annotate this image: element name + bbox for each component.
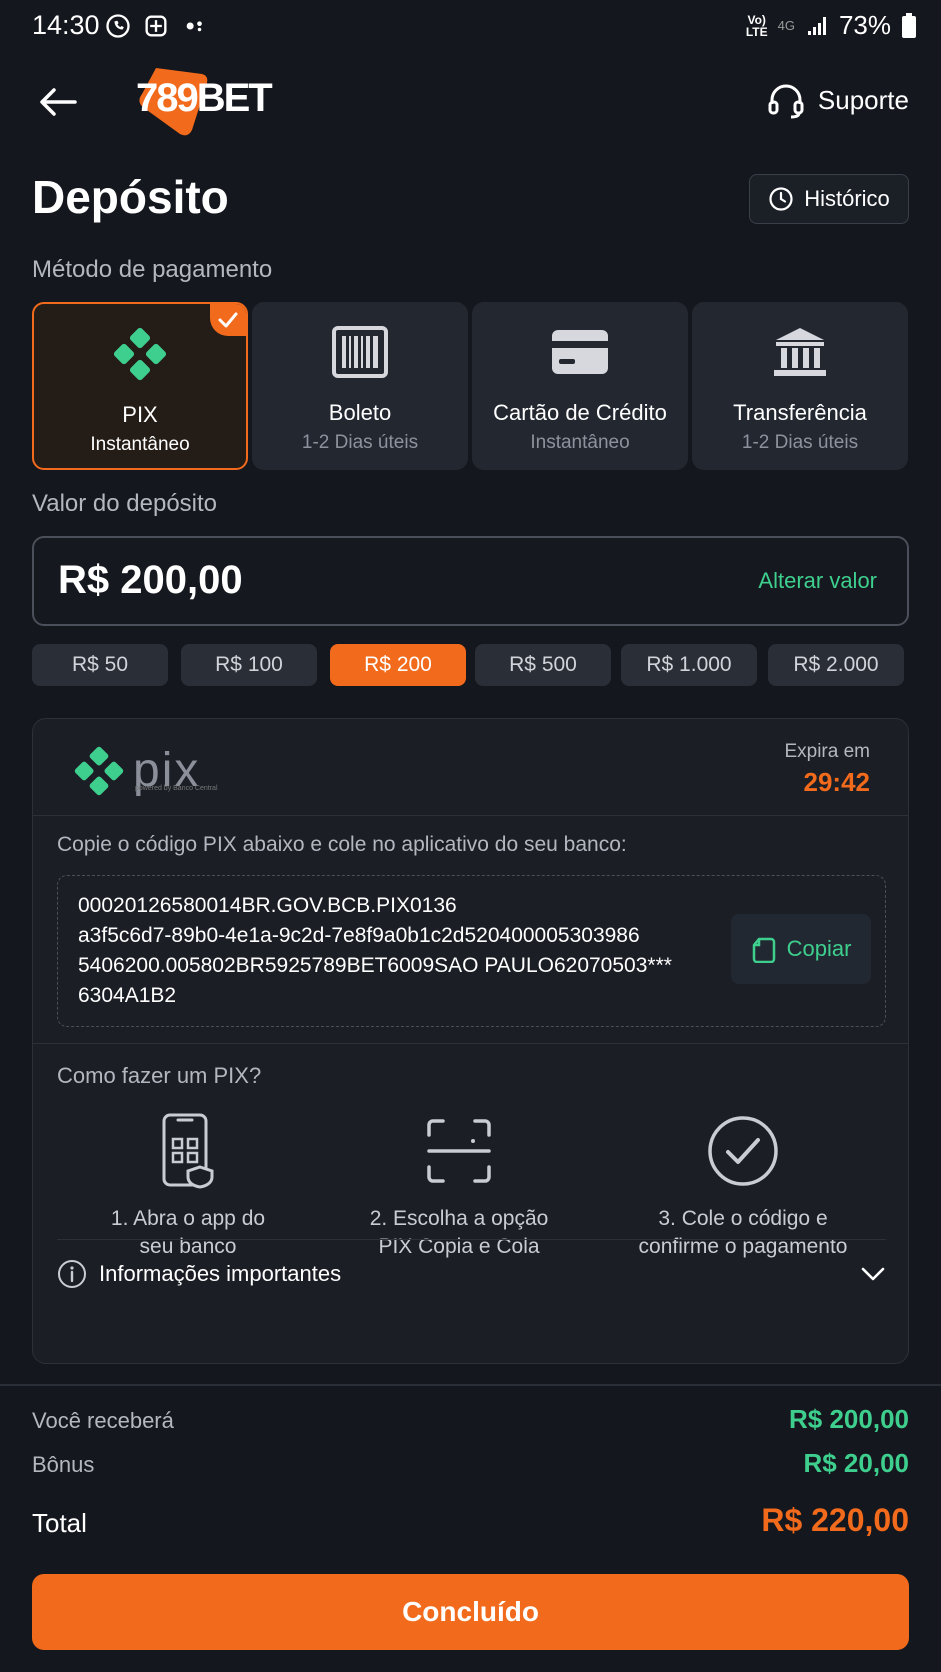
bonus-value: R$ 20,00 <box>803 1448 909 1478</box>
amount-chip[interactable]: R$ 50 <box>32 644 168 686</box>
amount-chip[interactable]: R$ 1.000 <box>621 644 757 686</box>
step-text-line: 1. Abra o app do <box>110 1207 266 1230</box>
divider <box>57 1239 886 1240</box>
step-text-line: 2. Escolha a opção <box>369 1207 549 1230</box>
page-title: Depósito <box>32 171 229 223</box>
barcode-icon <box>330 324 390 380</box>
total-value: R$ 220,00 <box>761 1502 909 1538</box>
step-text: 1. Abra o app do seu banco <box>111 1205 265 1261</box>
pix-powered-by: powered by Banco Central <box>135 785 218 792</box>
amount-input[interactable]: R$ 200,00 Alterar valor <box>32 536 909 626</box>
done-button[interactable]: Concluído <box>32 1574 909 1650</box>
pix-icon <box>110 326 170 382</box>
important-info-toggle[interactable]: Informações importantes <box>57 1259 886 1289</box>
summary-divider <box>0 1384 941 1386</box>
pix-code-line: 00020126580014BR.GOV.BCB.PIX0136 <box>78 894 457 917</box>
payment-method-name: PIX <box>122 402 158 427</box>
headset-icon <box>768 84 804 119</box>
back-button[interactable] <box>34 78 82 126</box>
battery-percent: 73% <box>838 10 891 40</box>
pix-logo-icon <box>74 746 124 796</box>
step-text: 3. Cole o código e confirme o pagamento <box>639 1205 848 1261</box>
step-text-line: 3. Cole o código e <box>658 1207 828 1230</box>
payment-method-sub: 1-2 Dias úteis <box>301 432 419 453</box>
step-text: 2. Escolha a opção PIX Copia e Cola <box>370 1205 549 1261</box>
chevron-down-icon <box>861 1267 885 1281</box>
amount-chip[interactable]: R$ 2.000 <box>768 644 904 686</box>
receive-value: R$ 200,00 <box>789 1404 909 1434</box>
battery-icon <box>902 12 916 38</box>
history-button[interactable]: Histórico <box>749 174 909 224</box>
payment-method-pix[interactable]: PIX Instantâneo <box>32 302 248 470</box>
dots-icon <box>186 21 202 32</box>
amount-chip[interactable]: R$ 100 <box>181 644 317 686</box>
clock-icon <box>769 187 793 211</box>
deposit-value-label: Valor do depósito <box>32 490 218 517</box>
pix-code-box[interactable]: 00020126580014BR.GOV.BCB.PIX0136 a3f5c6d… <box>57 875 886 1027</box>
bank-icon <box>770 324 830 380</box>
copy-icon <box>752 937 775 963</box>
total-label: Total <box>32 1508 87 1538</box>
payment-method-label: Método de pagamento <box>32 256 273 283</box>
amount-chip-selected[interactable]: R$ 200 <box>330 644 466 686</box>
pix-code-line: 6304A1B2 <box>78 984 177 1007</box>
important-info-label: Informações importantes <box>99 1261 342 1286</box>
payment-method-name: Boleto <box>328 400 392 425</box>
pix-panel: pix powered by Banco Central Expira em 2… <box>32 718 909 1364</box>
credit-card-icon <box>550 324 610 380</box>
status-right: Vo) LTE 4G 73% <box>746 10 917 41</box>
copy-label: Copiar <box>786 936 852 961</box>
network-label: 4G <box>777 18 795 33</box>
payment-method-sub: Instantâneo <box>90 434 190 455</box>
phone-app-icon <box>148 1111 228 1191</box>
amount-value: R$ 200,00 <box>58 558 243 602</box>
logo-text: 789BET <box>136 76 273 120</box>
whatsapp-icon <box>106 14 130 38</box>
status-time: 14:30 <box>32 10 100 40</box>
brand-logo: 789BET <box>136 60 286 140</box>
payment-method-name: Transferência <box>733 400 867 425</box>
divider <box>33 815 908 816</box>
payment-method-transfer[interactable]: Transferência 1-2 Dias úteis <box>692 302 908 470</box>
pix-code-line: a3f5c6d7-89b0-4e1a-9c2d-7e8f9a0b1c2d5204… <box>78 924 640 947</box>
payment-method-sub: 1-2 Dias úteis <box>741 432 859 453</box>
alter-value-link[interactable]: Alterar valor <box>758 568 877 594</box>
copy-button[interactable]: Copiar <box>731 914 871 984</box>
payment-method-credit-card[interactable]: Cartão de Crédito Instantâneo <box>472 302 688 470</box>
pix-logo: pix powered by Banco Central <box>73 743 233 799</box>
app-notification-icon <box>145 15 167 37</box>
amount-chip[interactable]: R$ 500 <box>475 644 611 686</box>
signal-icon <box>807 16 826 35</box>
copy-instruction: Copie o código PIX abaixo e cole no apli… <box>57 833 627 856</box>
support-button[interactable]: Suporte <box>766 80 909 120</box>
howto-title: Como fazer um PIX? <box>57 1063 262 1088</box>
payment-method-name: Cartão de Crédito <box>493 400 667 425</box>
receive-label: Você receberá <box>32 1408 174 1433</box>
bonus-label: Bônus <box>32 1452 95 1477</box>
volte-icon: Vo) LTE <box>745 12 768 39</box>
history-label: Histórico <box>804 186 890 211</box>
status-bar: 14:30 Vo) LTE 4G 73% <box>0 0 941 56</box>
selected-check-icon <box>210 304 246 336</box>
payment-method-boleto[interactable]: Boleto 1-2 Dias úteis <box>252 302 468 470</box>
divider <box>33 1043 908 1044</box>
expires-countdown: 29:42 <box>803 767 871 797</box>
payment-method-sub: Instantâneo <box>530 432 630 453</box>
support-label: Suporte <box>817 84 909 115</box>
scan-icon <box>419 1111 499 1191</box>
check-circle-icon <box>703 1111 783 1191</box>
expires-label: Expira em <box>784 741 870 762</box>
arrow-left-icon <box>40 88 77 116</box>
pix-code-line: 5406200.005802BR5925789BET6009SAO PAULO6… <box>78 954 672 977</box>
info-icon <box>58 1260 86 1288</box>
